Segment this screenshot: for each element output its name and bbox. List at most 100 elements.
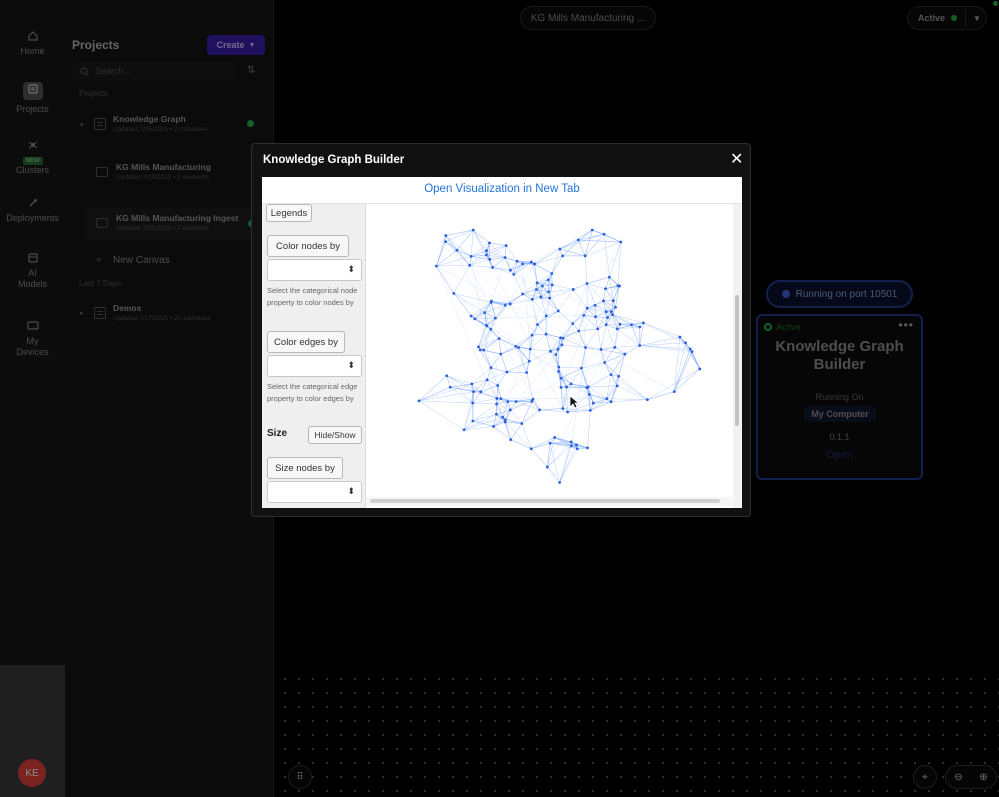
graph-node[interactable] xyxy=(566,410,570,414)
graph-node[interactable] xyxy=(613,346,617,349)
graph-node[interactable] xyxy=(495,402,499,406)
network-graph[interactable] xyxy=(366,204,733,497)
graph-node[interactable] xyxy=(553,436,557,439)
graph-node[interactable] xyxy=(489,327,493,331)
graph-node[interactable] xyxy=(455,248,459,252)
graph-node[interactable] xyxy=(477,345,480,349)
graph-node[interactable] xyxy=(536,323,539,326)
graph-node[interactable] xyxy=(529,260,533,264)
graph-node[interactable] xyxy=(485,249,488,253)
graph-node[interactable] xyxy=(603,361,606,364)
graph-node[interactable] xyxy=(594,315,597,319)
graph-node[interactable] xyxy=(550,283,554,287)
graph-node[interactable] xyxy=(604,323,608,327)
graph-node[interactable] xyxy=(645,398,649,401)
graph-node[interactable] xyxy=(514,344,518,348)
graph-node[interactable] xyxy=(483,311,487,315)
graph-node[interactable] xyxy=(488,241,491,245)
graph-node[interactable] xyxy=(497,337,501,340)
graph-node[interactable] xyxy=(538,408,541,412)
graph-node[interactable] xyxy=(583,254,587,258)
graph-node[interactable] xyxy=(580,366,583,370)
horizontal-scrollbar[interactable] xyxy=(366,497,733,506)
graph-node[interactable] xyxy=(491,266,494,269)
graph-node[interactable] xyxy=(576,238,580,242)
graph-node[interactable] xyxy=(571,322,575,326)
graph-node[interactable] xyxy=(617,374,620,378)
open-new-tab-link[interactable]: Open Visualization in New Tab xyxy=(262,183,742,195)
graph-node[interactable] xyxy=(508,302,512,306)
hide-show-button[interactable]: Hide/Show xyxy=(308,426,362,444)
graph-node[interactable] xyxy=(619,240,623,244)
graph-node[interactable] xyxy=(609,310,613,314)
color-edges-by-button[interactable]: Color edges by xyxy=(267,331,345,353)
graph-node[interactable] xyxy=(638,325,642,329)
graph-node[interactable] xyxy=(532,262,536,266)
graph-node[interactable] xyxy=(602,299,605,303)
graph-node[interactable] xyxy=(521,262,525,266)
graph-node[interactable] xyxy=(559,376,563,380)
graph-node[interactable] xyxy=(417,399,421,403)
graph-node[interactable] xyxy=(557,365,561,369)
graph-node[interactable] xyxy=(678,335,682,339)
color-nodes-by-button[interactable]: Color nodes by xyxy=(267,235,349,257)
vertical-scrollbar[interactable] xyxy=(733,204,742,508)
graph-node[interactable] xyxy=(530,297,534,301)
graph-node[interactable] xyxy=(462,428,466,432)
close-icon[interactable]: ✕ xyxy=(730,152,743,168)
graph-node[interactable] xyxy=(473,317,477,321)
graph-node[interactable] xyxy=(501,415,505,419)
graph-node[interactable] xyxy=(499,397,503,401)
graph-node[interactable] xyxy=(688,347,692,351)
graph-node[interactable] xyxy=(448,385,452,389)
graph-node[interactable] xyxy=(588,409,592,412)
graph-node[interactable] xyxy=(575,447,579,451)
graph-node[interactable] xyxy=(495,397,499,400)
graph-node[interactable] xyxy=(630,323,633,327)
graph-node[interactable] xyxy=(549,349,552,353)
graph-node[interactable] xyxy=(623,352,627,356)
graph-node[interactable] xyxy=(586,446,589,450)
graph-node[interactable] xyxy=(556,309,560,313)
graph-node[interactable] xyxy=(434,264,438,268)
graph-node[interactable] xyxy=(540,284,544,288)
graph-node[interactable] xyxy=(611,299,615,302)
graph-node[interactable] xyxy=(508,408,512,412)
graph-node[interactable] xyxy=(485,324,488,327)
graph-node[interactable] xyxy=(642,321,645,325)
graph-node[interactable] xyxy=(484,253,488,257)
graph-node[interactable] xyxy=(561,407,565,410)
graph-node[interactable] xyxy=(605,397,609,401)
scroll-thumb[interactable] xyxy=(735,295,739,426)
graph-node[interactable] xyxy=(577,329,581,333)
graph-node[interactable] xyxy=(560,343,564,347)
graph-node[interactable] xyxy=(559,336,562,340)
graph-node[interactable] xyxy=(504,244,508,247)
graph-node[interactable] xyxy=(558,247,562,251)
graph-node[interactable] xyxy=(615,327,619,331)
graph-node[interactable] xyxy=(452,291,456,295)
graph-node[interactable] xyxy=(571,288,575,291)
graph-node[interactable] xyxy=(544,314,548,318)
graph-node[interactable] xyxy=(569,440,573,444)
graph-node[interactable] xyxy=(499,352,503,356)
graph-node[interactable] xyxy=(561,336,565,340)
graph-node[interactable] xyxy=(508,268,512,272)
color-nodes-select[interactable] xyxy=(267,259,362,281)
graph-node[interactable] xyxy=(482,348,486,352)
graph-node[interactable] xyxy=(547,290,551,294)
graph-node[interactable] xyxy=(616,284,620,288)
graph-node[interactable] xyxy=(489,366,493,370)
graph-node[interactable] xyxy=(525,371,529,374)
graph-node[interactable] xyxy=(604,310,608,314)
graph-node[interactable] xyxy=(690,350,694,354)
graph-node[interactable] xyxy=(478,348,482,352)
graph-node[interactable] xyxy=(485,378,489,382)
graph-node[interactable] xyxy=(614,305,617,309)
graph-node[interactable] xyxy=(606,316,610,319)
graph-node[interactable] xyxy=(469,255,473,258)
graph-node[interactable] xyxy=(479,390,483,394)
graph-node[interactable] xyxy=(582,313,586,317)
graph-node[interactable] xyxy=(550,272,554,275)
graph-node[interactable] xyxy=(539,295,543,299)
